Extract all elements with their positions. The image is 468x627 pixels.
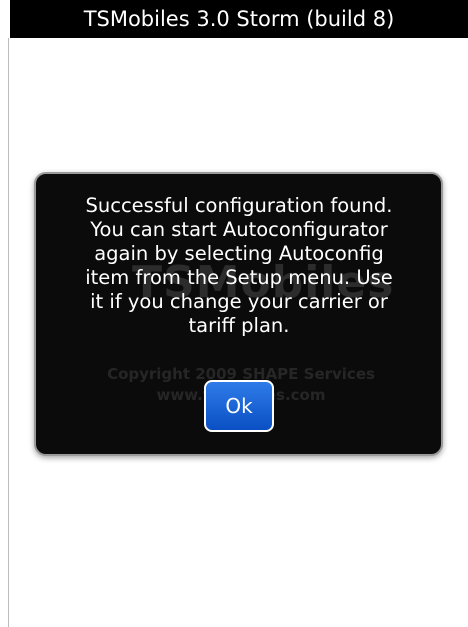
screen-left-border [8, 38, 9, 627]
title-bar: TSMobiles 3.0 Storm (build 8) [10, 0, 468, 38]
app-title: TSMobiles 3.0 Storm (build 8) [83, 7, 395, 31]
ok-button[interactable]: Ok [204, 380, 274, 432]
dialog-message: Successful configuration found. You can … [85, 194, 393, 337]
app-screen: TSMobiles 3.0 Storm (build 8) TSMobiles … [0, 0, 468, 627]
